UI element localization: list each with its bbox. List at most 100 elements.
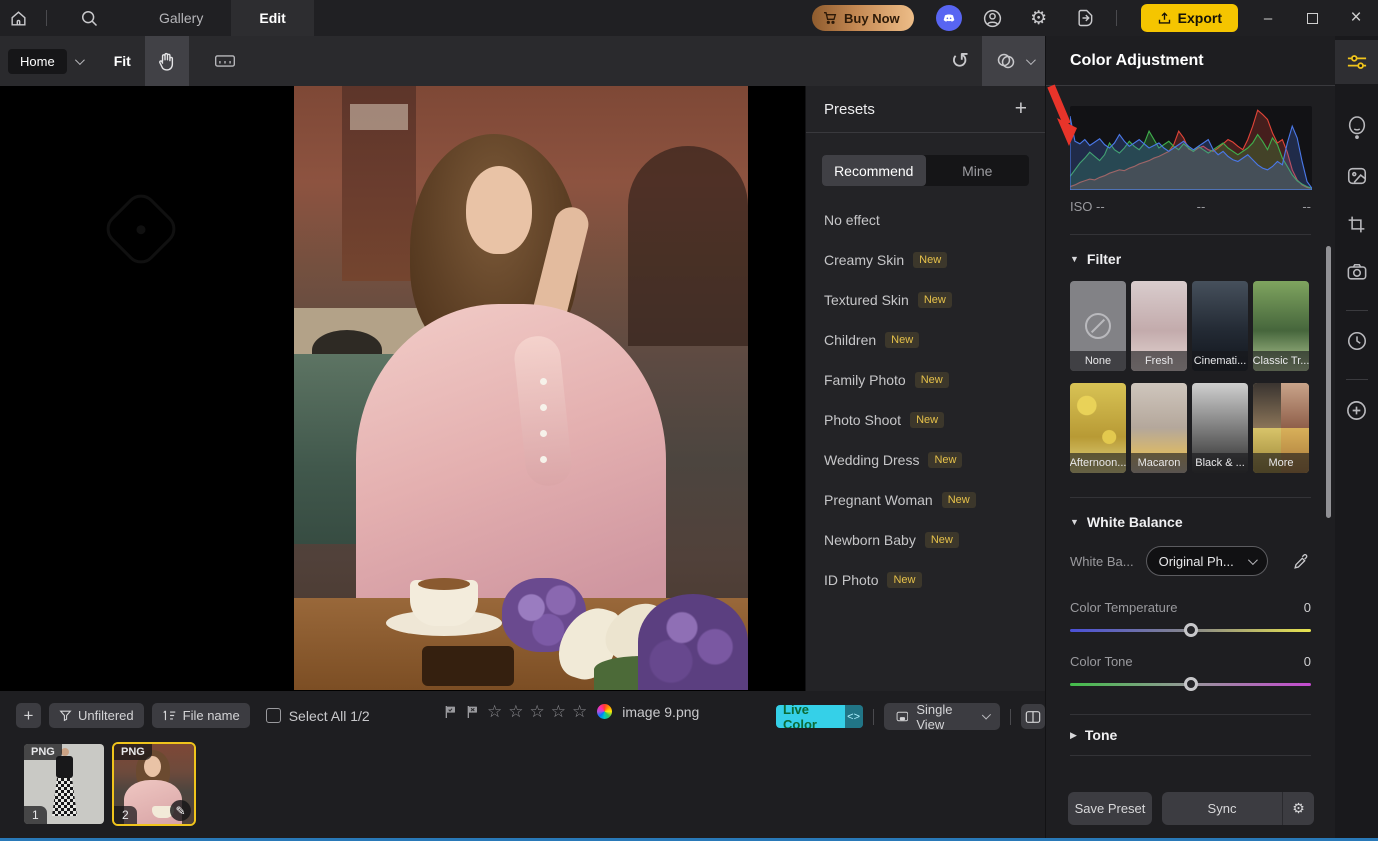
white-balance-dropdown[interactable]: Original Ph... — [1146, 546, 1268, 576]
history-tool-button[interactable] — [1335, 319, 1378, 363]
format-badge: PNG — [114, 744, 152, 760]
home-icon[interactable] — [0, 0, 36, 36]
undo-button[interactable]: ↺ — [938, 36, 982, 86]
tone-section-title: Tone — [1085, 727, 1117, 743]
temperature-slider-knob[interactable] — [1184, 623, 1198, 637]
view-mode-dropdown[interactable]: Single View — [884, 703, 1001, 730]
close-button[interactable]: × — [1334, 0, 1378, 36]
export-button[interactable]: Export — [1141, 4, 1238, 32]
preset-item[interactable]: Newborn BabyNew — [806, 520, 1045, 560]
preset-item[interactable]: ChildrenNew — [806, 320, 1045, 360]
filter-thumb-classic[interactable]: Classic Tr... — [1253, 281, 1309, 371]
filmstrip-thumb-1[interactable]: PNG 1 — [24, 744, 104, 824]
bottom-middle-controls: ☆ ☆ ☆ ☆ ☆ image 9.png — [443, 703, 699, 720]
filter-thumb-fresh[interactable]: Fresh — [1131, 281, 1187, 371]
compare-button[interactable] — [982, 36, 1045, 86]
preset-list: No effect Creamy SkinNew Textured SkinNe… — [806, 200, 1045, 600]
sort-button[interactable]: File name — [152, 703, 250, 728]
add-preset-button[interactable]: + — [1015, 97, 1027, 121]
preset-item[interactable]: Photo ShootNew — [806, 400, 1045, 440]
panel-scrollbar[interactable] — [1326, 246, 1331, 518]
star-rating-1[interactable]: ☆ — [487, 703, 502, 720]
preset-item[interactable]: No effect — [806, 200, 1045, 240]
filter-thumb-more[interactable]: More — [1253, 383, 1309, 473]
flag-pick-icon[interactable] — [443, 704, 459, 720]
tab-gallery[interactable]: Gallery — [131, 0, 231, 36]
color-tone-slider-knob[interactable] — [1184, 677, 1198, 691]
split-view-icon — [1025, 710, 1041, 724]
preset-item[interactable]: Wedding DressNew — [806, 440, 1045, 480]
flag-reject-icon[interactable] — [465, 704, 481, 720]
preset-item[interactable]: Family Photo New — [806, 360, 1045, 400]
background-tool-button[interactable] — [1335, 154, 1378, 198]
presets-panel: Presets + Recommend Mine No effect Cream… — [805, 86, 1045, 691]
star-rating-2[interactable]: ☆ — [508, 703, 523, 720]
filter-thumb-black-white[interactable]: Black & ... — [1192, 383, 1248, 473]
filter-grid: None Fresh Cinemati... Classic Tr... Aft… — [1070, 281, 1311, 473]
eyedropper-icon[interactable] — [1292, 552, 1311, 571]
split-view-button[interactable] — [1021, 704, 1045, 729]
star-rating-3[interactable]: ☆ — [530, 703, 545, 720]
preset-item[interactable]: ID PhotoNew — [806, 560, 1045, 600]
fit-label: Fit — [114, 53, 131, 69]
adjustments-tool-button[interactable] — [1335, 40, 1378, 84]
filter-thumb-none[interactable]: None — [1070, 281, 1126, 371]
presets-title: Presets — [824, 101, 875, 118]
add-panel-button[interactable] — [1335, 388, 1378, 432]
tab-mine[interactable]: Mine — [926, 155, 1030, 186]
settings-gear-icon[interactable]: ⚙ — [1024, 3, 1054, 33]
color-label-icon[interactable] — [597, 704, 612, 719]
exif-info-row: ISO -- -- -- — [1070, 199, 1311, 214]
retouch-tool-button[interactable] — [1335, 106, 1378, 150]
color-panel-header: Color Adjustment — [1046, 36, 1335, 86]
crop-tool-button[interactable] — [1335, 202, 1378, 246]
tone-section-header[interactable]: ▶ Tone — [1070, 727, 1311, 743]
preset-item[interactable]: Textured SkinNew — [806, 280, 1045, 320]
search-icon[interactable] — [71, 0, 107, 36]
discord-icon[interactable] — [936, 5, 962, 31]
new-badge: New — [915, 372, 949, 388]
zoom-fit-button[interactable]: Fit — [114, 53, 131, 69]
sync-settings-button[interactable]: ⚙ — [1282, 792, 1314, 825]
star-rating-5[interactable]: ☆ — [572, 703, 587, 720]
filter-section-header[interactable]: ▼ Filter — [1070, 251, 1311, 267]
select-all-checkbox[interactable] — [266, 708, 281, 723]
export-to-icon[interactable] — [1070, 3, 1100, 33]
new-badge: New — [928, 452, 962, 468]
preset-item[interactable]: Pregnant WomanNew — [806, 480, 1045, 520]
temperature-slider[interactable] — [1070, 629, 1311, 632]
history-clock-icon — [1346, 330, 1368, 352]
filter-thumb-macaron[interactable]: Macaron — [1131, 383, 1187, 473]
live-color-toggle[interactable]: Live Color <> — [776, 705, 863, 728]
tone-row: Color Tone 0 — [1070, 654, 1311, 669]
save-preset-button[interactable]: Save Preset — [1068, 792, 1152, 825]
tab-edit[interactable]: Edit — [231, 0, 313, 36]
filter-thumb-cinematic[interactable]: Cinemati... — [1192, 281, 1248, 371]
color-tone-value: 0 — [1304, 654, 1311, 669]
filter-images-button[interactable]: Unfiltered — [49, 703, 144, 728]
title-bar: Gallery Edit Buy Now ⚙ Export – × — [0, 0, 1378, 36]
home-menu-button[interactable]: Home — [8, 49, 82, 74]
tab-recommend[interactable]: Recommend — [822, 155, 926, 186]
add-image-button[interactable]: + — [16, 703, 41, 728]
buy-now-button[interactable]: Buy Now — [812, 5, 914, 31]
format-badge: PNG — [24, 744, 62, 760]
sync-button[interactable]: Sync — [1162, 792, 1282, 825]
account-icon[interactable] — [978, 3, 1008, 33]
camera-tool-button[interactable] — [1335, 250, 1378, 294]
preset-label: Family Photo — [824, 372, 906, 388]
tab-edit-label: Edit — [259, 10, 285, 26]
filmstrip-tool-button[interactable] — [203, 36, 247, 86]
canvas-area[interactable] — [0, 86, 805, 691]
preset-item[interactable]: Creamy SkinNew — [806, 240, 1045, 280]
star-rating-4[interactable]: ☆ — [551, 703, 566, 720]
white-balance-section-header[interactable]: ▼ White Balance — [1070, 514, 1311, 530]
maximize-button[interactable] — [1290, 0, 1334, 36]
filmstrip-thumb-2[interactable]: PNG 2 ✎ — [114, 744, 194, 824]
color-tone-slider[interactable] — [1070, 683, 1311, 686]
filter-thumb-afternoon[interactable]: Afternoon... — [1070, 383, 1126, 473]
hand-tool-button[interactable] — [145, 36, 189, 86]
minimize-button[interactable]: – — [1246, 0, 1290, 36]
photo-preview[interactable] — [294, 86, 748, 690]
code-toggle-icon[interactable]: <> — [845, 705, 863, 728]
